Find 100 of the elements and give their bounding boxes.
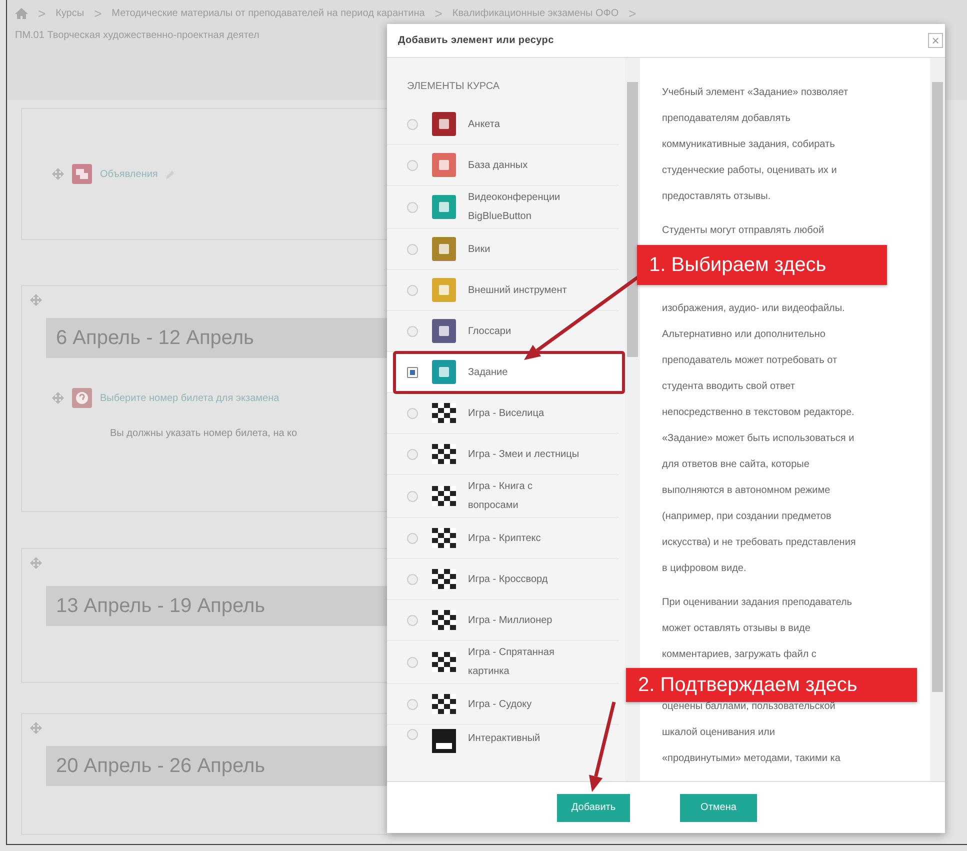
option-label: Анкета <box>468 118 501 132</box>
checkerboard-icon <box>432 692 456 716</box>
separator-icon: > <box>628 6 636 21</box>
cancel-button[interactable]: Отмена <box>680 794 757 822</box>
option-row[interactable]: База данных <box>387 145 619 186</box>
option-label: Видеоконференции BigBlueButton <box>468 191 562 224</box>
checkerboard-icon <box>432 401 456 425</box>
scrollbar[interactable] <box>930 58 945 781</box>
description-line: оценены баллами, пользовательской <box>662 700 836 714</box>
checkerboard-icon <box>432 526 456 550</box>
option-label: Игра - Криптекс <box>468 532 542 546</box>
description-line: шкалой оценивания или <box>662 726 776 740</box>
description-line: Студенты могут отправлять любой <box>662 224 826 238</box>
description-line: При оценивании задания преподаватель <box>662 596 854 610</box>
radio-button[interactable] <box>407 729 418 740</box>
callout: 1. Выбираем здесь <box>637 245 887 285</box>
separator-icon: > <box>434 6 442 21</box>
radio-button[interactable] <box>407 698 418 710</box>
option-label: Игра - Кроссворд <box>468 572 549 586</box>
add-button[interactable]: Добавить <box>557 794 630 822</box>
option-label: Игра - Виселица <box>468 406 546 420</box>
description-line: выполняются в автономном режиме <box>662 484 832 498</box>
radio-button[interactable] <box>407 244 418 254</box>
option-row[interactable]: Внешний инструмент <box>387 270 619 311</box>
description-line: «Задание» может быть использоваться и <box>662 432 856 446</box>
description-line: в цифровом виде. <box>662 562 748 576</box>
option-label: База данных <box>468 158 529 172</box>
radio-button[interactable] <box>407 202 418 212</box>
section-heading: 20 Апрель - 26 Апрель <box>46 746 387 786</box>
section-heading: 13 Апрель - 19 Апрель <box>46 586 387 626</box>
radio-button[interactable] <box>407 118 418 130</box>
description-line: искусства) и не требовать представления <box>662 536 857 550</box>
radio-button[interactable] <box>407 326 418 336</box>
option-row[interactable]: Видеоконференции BigBlueButton <box>387 186 619 229</box>
option-row[interactable]: Игра - Книга с вопросами <box>387 475 619 518</box>
option-row[interactable]: Игра - Судоку <box>387 684 619 725</box>
close-button[interactable]: × <box>928 33 943 48</box>
option-row[interactable]: Анкета <box>387 104 619 145</box>
radio-button[interactable] <box>407 574 418 584</box>
move-icon[interactable] <box>52 168 64 180</box>
option-label: Игра - Судоку <box>468 698 533 712</box>
radio-button[interactable] <box>407 532 418 544</box>
option-row[interactable]: Игра - Спрятанная картинка <box>387 641 619 684</box>
option-row[interactable]: Игра - Змеи и лестницы <box>387 434 619 475</box>
radio-button[interactable] <box>407 656 418 668</box>
option-label: Интерактивный <box>468 732 542 746</box>
option-row[interactable]: Игра - Миллионер <box>387 600 619 641</box>
description-line: изображения, аудио- или видеофайлы. <box>662 302 846 316</box>
radio-button[interactable] <box>407 614 418 626</box>
move-icon[interactable] <box>30 557 42 569</box>
option-row[interactable]: Игра - Кроссворд <box>387 559 619 600</box>
activity-note: Вы должны указать номер билета, на ко <box>110 428 298 439</box>
list-heading: ЭЛЕМЕНТЫ КУРСА <box>407 81 501 93</box>
checkerboard-icon <box>432 608 456 632</box>
checkerboard-icon <box>432 567 456 591</box>
checkerboard-icon <box>432 650 456 674</box>
description-line: (например, при создании предметов <box>662 510 832 524</box>
section-heading: 6 Апрель - 12 Апрель <box>46 318 387 358</box>
option-label: Игра - Миллионер <box>468 614 554 628</box>
description-line: комментариев, загружать файл с <box>662 648 818 662</box>
dialog-title: Добавить элемент или ресурс <box>398 35 554 46</box>
option-row[interactable]: Вики <box>387 229 619 270</box>
option-label: Игра - Книга с вопросами <box>468 480 534 513</box>
description-line: Учебный элемент «Задание» позволяет <box>662 86 850 100</box>
move-icon[interactable] <box>52 392 64 404</box>
description-line: может оставлять отзывы в виде <box>662 622 812 636</box>
question-icon <box>72 388 92 408</box>
option-label: Вики <box>468 242 492 256</box>
option-label: Задание <box>468 366 509 380</box>
description-line: преподаватель может потребовать от <box>662 354 838 368</box>
forum-icon <box>72 164 92 184</box>
radio-button[interactable] <box>407 490 418 502</box>
option-row[interactable]: Игра - Виселица <box>387 393 619 434</box>
move-icon[interactable] <box>30 722 42 734</box>
option-row[interactable]: Глоссари <box>387 311 619 352</box>
radio-button[interactable] <box>407 160 418 170</box>
radio-button[interactable] <box>407 408 418 418</box>
move-icon[interactable] <box>30 294 42 306</box>
radio-button[interactable] <box>407 284 418 296</box>
description-line: коммуникативные задания, собирать <box>662 138 836 152</box>
checkerboard-icon <box>432 484 456 508</box>
option-row[interactable]: Задание <box>387 352 625 393</box>
checkerboard-icon <box>432 442 456 466</box>
description-line: предоставлять отзывы. <box>662 190 772 204</box>
option-row[interactable]: Интерактивный <box>387 725 619 759</box>
content-icon <box>432 729 456 753</box>
description-line: «продвинутыми» методами, такими ка <box>662 752 842 766</box>
option-label: Глоссари <box>468 324 512 338</box>
scrollbar[interactable] <box>625 58 640 781</box>
callout: 2. Подтверждаем здесь <box>626 668 917 702</box>
home-icon[interactable] <box>15 8 28 19</box>
option-row[interactable]: Игра - Криптекс <box>387 518 619 559</box>
radio-button[interactable] <box>407 448 418 460</box>
course-title: ПМ.01 Творческая художественно-проектная деятел <box>15 30 260 41</box>
description-line: для ответов вне сайта, которые <box>662 458 810 472</box>
description-line: студента вводить свой ответ <box>662 380 796 394</box>
description-line: студенческие работы, оценивать их и <box>662 164 838 178</box>
option-label: Игра - Спрятанная картинка <box>468 646 556 679</box>
radio-button[interactable] <box>407 366 418 378</box>
option-label: Внешний инструмент <box>468 284 568 298</box>
